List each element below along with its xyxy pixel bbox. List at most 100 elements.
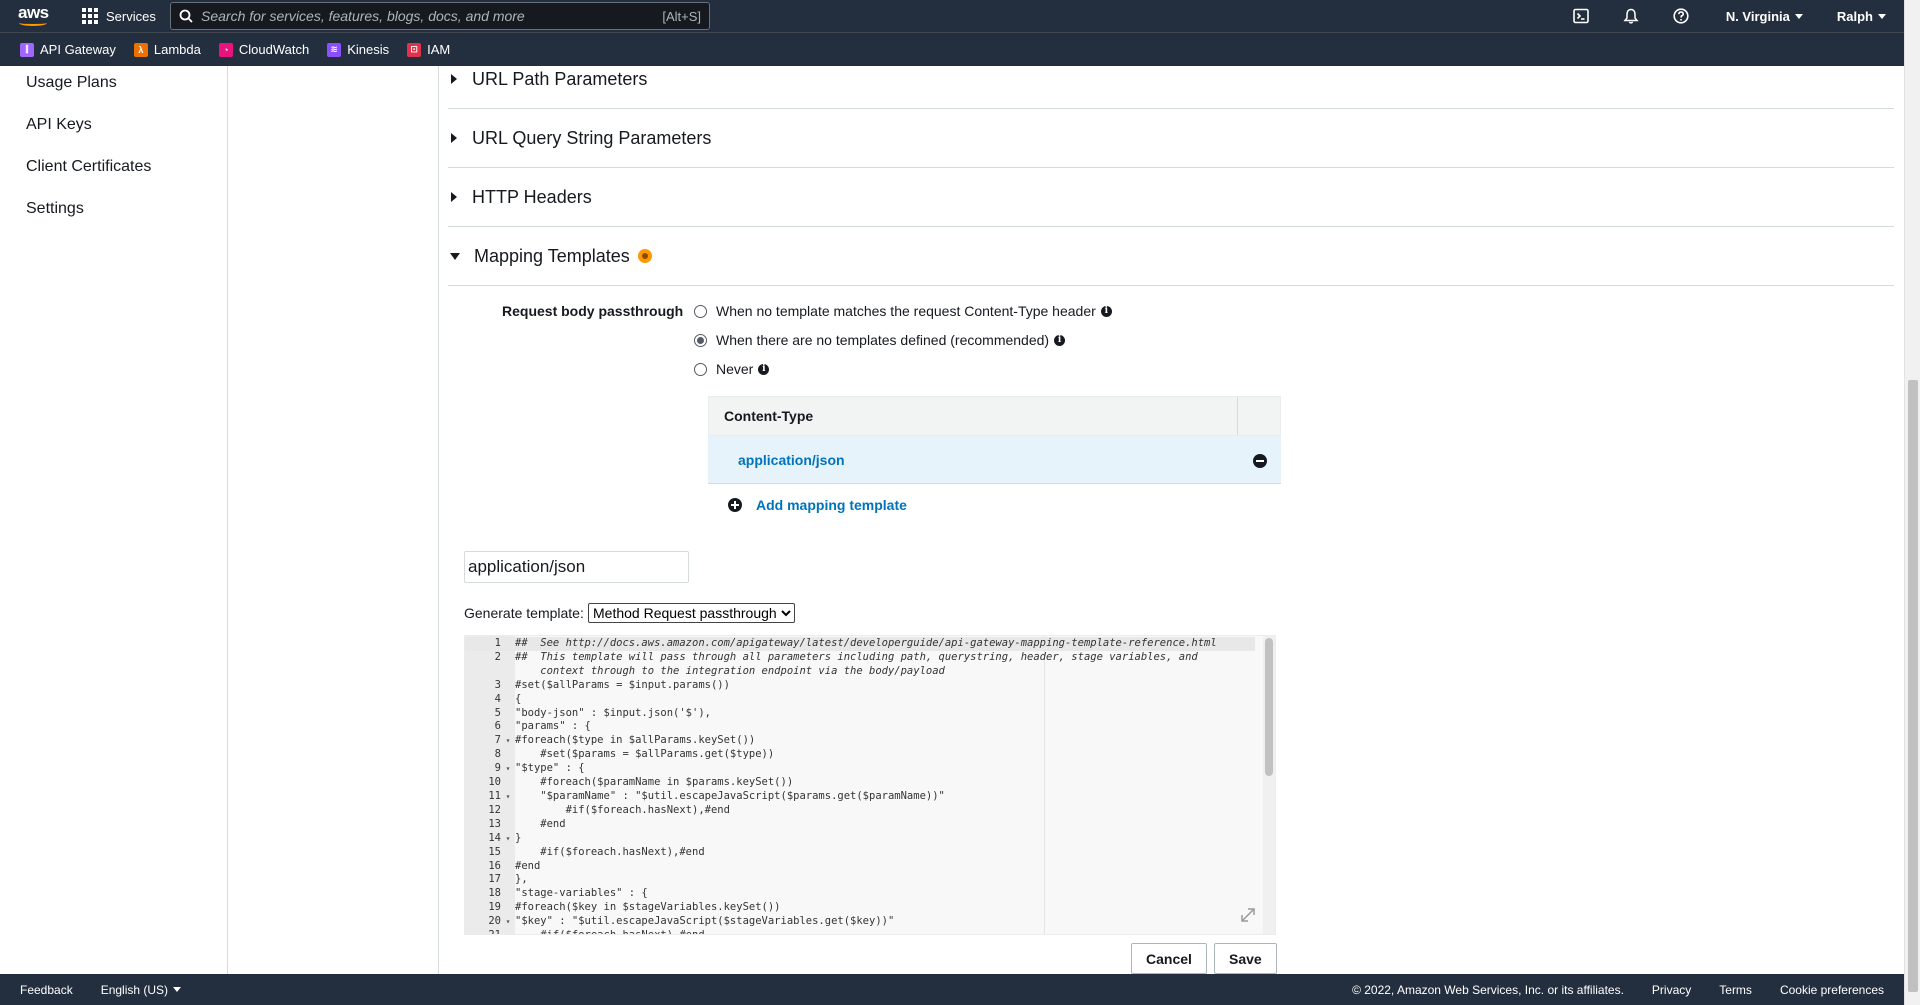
sidebar-item-client-certificates[interactable]: Client Certificates	[26, 158, 151, 176]
cloudshell-icon[interactable]	[1556, 8, 1606, 24]
section-url-query-string-parameters[interactable]: URL Query String Parameters	[448, 109, 1894, 168]
fold-toggle-icon[interactable]	[501, 846, 515, 860]
sidebar-item-api-keys[interactable]: API Keys	[26, 116, 92, 134]
code-line[interactable]: 3 #set($allParams = $input.params())	[465, 679, 1255, 693]
code-line[interactable]: 8 #set($params = $allParams.get($type))	[465, 748, 1255, 762]
info-icon[interactable]: i	[758, 363, 770, 375]
cancel-button[interactable]: Cancel	[1131, 943, 1207, 974]
fold-toggle-icon[interactable]: ▾	[501, 734, 515, 748]
expand-icon[interactable]	[1239, 906, 1257, 924]
scrollbar-thumb[interactable]	[1265, 638, 1273, 776]
fold-toggle-icon[interactable]	[501, 804, 515, 818]
passthrough-option-when-no-match[interactable]: When no template matches the request Con…	[694, 303, 1112, 319]
fold-toggle-icon[interactable]	[501, 693, 515, 707]
notifications-bell-icon[interactable]	[1606, 8, 1656, 24]
template-code-editor[interactable]: 1 ## See http://docs.aws.amazon.com/apiga…	[464, 635, 1276, 935]
code-line[interactable]: 20 ▾ "$key" : "$util.escapeJavaScript($sta…	[465, 915, 1255, 929]
code-text: "$paramName" : "$util.escapeJavaScript($…	[515, 789, 945, 802]
content-type-link[interactable]: application/json	[738, 452, 845, 468]
code-line[interactable]: context through to the integration endpo…	[465, 665, 1255, 679]
fold-toggle-icon[interactable]	[501, 707, 515, 721]
info-icon[interactable]: i	[1054, 334, 1066, 346]
fold-toggle-icon[interactable]	[501, 651, 515, 665]
region-selector[interactable]: N. Virginia	[1726, 9, 1803, 24]
favorite-iam[interactable]: ⊡ IAM	[407, 42, 450, 57]
fold-toggle-icon[interactable]	[501, 679, 515, 693]
code-line[interactable]: 15 #if($foreach.hasNext),#end	[465, 846, 1255, 860]
search-input[interactable]	[201, 8, 663, 24]
fold-toggle-icon[interactable]: ▾	[501, 762, 515, 776]
code-line[interactable]: 7 ▾ #foreach($type in $allParams.keySet())	[465, 734, 1255, 748]
remove-icon[interactable]	[1253, 454, 1267, 468]
editor-lines[interactable]: 1 ## See http://docs.aws.amazon.com/apiga…	[465, 637, 1255, 934]
account-menu[interactable]: Ralph	[1837, 9, 1886, 24]
section-http-headers[interactable]: HTTP Headers	[448, 168, 1894, 227]
code-line[interactable]: 10 #foreach($paramName in $params.keySet…	[465, 776, 1255, 790]
code-line[interactable]: 6 "params" : {	[465, 720, 1255, 734]
terms-link[interactable]: Terms	[1719, 983, 1752, 997]
radio-button[interactable]	[694, 304, 707, 318]
aws-logo[interactable]: aws	[18, 4, 50, 28]
code-line[interactable]: 16 #end	[465, 860, 1255, 874]
table-row[interactable]: application/json	[708, 436, 1281, 484]
fold-toggle-icon[interactable]: ▾	[501, 832, 515, 846]
code-line[interactable]: 21 #if($foreach.hasNext),#end	[465, 929, 1255, 934]
fold-toggle-icon[interactable]	[501, 860, 515, 874]
page-scrollbar-thumb[interactable]	[1908, 380, 1918, 992]
fold-toggle-icon[interactable]	[501, 637, 515, 651]
code-line[interactable]: 4{	[465, 693, 1255, 707]
radio-button[interactable]	[694, 333, 707, 347]
code-line[interactable]: 5 "body-json" : $input.json('$'),	[465, 707, 1255, 721]
privacy-link[interactable]: Privacy	[1652, 983, 1691, 997]
fold-toggle-icon[interactable]	[501, 873, 515, 887]
cookie-preferences-link[interactable]: Cookie preferences	[1780, 983, 1884, 997]
sidebar-item-settings[interactable]: Settings	[26, 200, 84, 218]
add-mapping-template-button[interactable]: Add mapping template	[728, 497, 907, 513]
code-line[interactable]: 9 ▾ "$type" : {	[465, 762, 1255, 776]
code-line[interactable]: 2 ## This template will pass through all …	[465, 651, 1255, 665]
info-icon[interactable]: i	[1100, 305, 1112, 317]
fold-toggle-icon[interactable]	[501, 887, 515, 901]
code-line[interactable]: 18 "stage-variables" : {	[465, 887, 1255, 901]
favorite-api-gateway[interactable]: ⫿ API Gateway	[20, 42, 116, 57]
editor-scrollbar[interactable]	[1263, 636, 1275, 934]
fold-toggle-icon[interactable]	[501, 776, 515, 790]
code-line[interactable]: 14 ▾}	[465, 832, 1255, 846]
code-text: #if($foreach.hasNext),#end	[515, 929, 704, 934]
code-line[interactable]: 19 #foreach($key in $stageVariables.keySe…	[465, 901, 1255, 915]
page-scrollbar[interactable]	[1904, 0, 1920, 1005]
section-mapping-templates[interactable]: Mapping Templates	[448, 227, 1894, 286]
fold-toggle-icon[interactable]	[501, 929, 515, 934]
passthrough-option-never[interactable]: Never i	[694, 361, 770, 377]
line-number: 3	[494, 678, 501, 691]
generate-template-select[interactable]: Method Request passthrough	[588, 603, 795, 623]
code-line[interactable]: 17},	[465, 873, 1255, 887]
fold-toggle-icon[interactable]	[501, 818, 515, 832]
code-line[interactable]: 12 #if($foreach.hasNext),#end	[465, 804, 1255, 818]
fold-toggle-icon[interactable]: ▾	[501, 915, 515, 929]
favorite-cloudwatch[interactable]: ◔ CloudWatch	[218, 42, 309, 57]
save-button[interactable]: Save	[1214, 943, 1277, 974]
code-line[interactable]: 1 ## See http://docs.aws.amazon.com/apiga…	[465, 637, 1255, 651]
global-search[interactable]: [Alt+S]	[170, 2, 710, 30]
radio-button[interactable]	[694, 362, 707, 376]
fold-toggle-icon[interactable]	[501, 748, 515, 762]
fold-toggle-icon[interactable]	[501, 720, 515, 734]
sidebar-item-usage-plans[interactable]: Usage Plans	[26, 74, 117, 92]
code-line[interactable]: 13 #end	[465, 818, 1255, 832]
content-type-field[interactable]	[464, 551, 689, 583]
option-label: When no template matches the request Con…	[716, 303, 1096, 319]
help-icon[interactable]	[1656, 8, 1706, 24]
fold-toggle-icon[interactable]	[501, 901, 515, 915]
code-line[interactable]: 11 ▾ "$paramName" : "$util.escapeJavaScri…	[465, 790, 1255, 804]
fold-toggle-icon[interactable]	[501, 665, 515, 679]
passthrough-option-when-no-templates[interactable]: When there are no templates defined (rec…	[694, 332, 1066, 348]
favorite-lambda[interactable]: λ Lambda	[133, 42, 201, 57]
services-menu-button[interactable]: Services	[82, 0, 156, 32]
fold-toggle-icon[interactable]: ▾	[501, 790, 515, 804]
lambda-icon: λ	[133, 42, 148, 57]
section-url-path-parameters[interactable]: URL Path Parameters	[448, 50, 1894, 109]
favorite-kinesis[interactable]: ≋ Kinesis	[327, 42, 389, 57]
language-selector[interactable]: English (US)	[101, 983, 182, 997]
feedback-link[interactable]: Feedback	[20, 983, 73, 997]
